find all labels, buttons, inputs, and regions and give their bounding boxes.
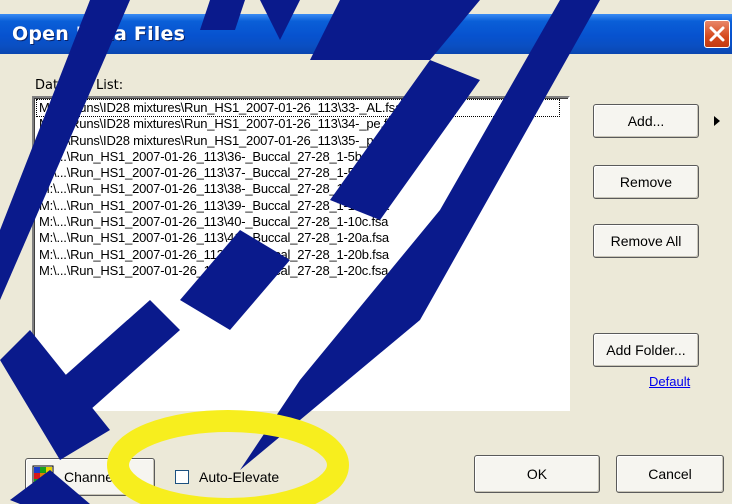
file-list-item[interactable]: M:\...\Run_HS1_2007-01-26_113\41-_Buccal…: [37, 230, 568, 246]
arrow-right-icon[interactable]: [713, 115, 721, 127]
file-list-item[interactable]: M:\...\Run_HS1_2007-01-26_113\40-_Buccal…: [37, 214, 568, 230]
default-link[interactable]: Default: [649, 374, 690, 389]
file-list-item[interactable]: M:\...\Run_HS1_2007-01-26_113\38-_Buccal…: [37, 181, 568, 197]
cancel-button[interactable]: Cancel: [616, 455, 724, 493]
file-list-item[interactable]: M:\...\Run_HS1_2007-01-26_113\36-_Buccal…: [37, 149, 568, 165]
ok-button-label: OK: [526, 466, 548, 482]
file-list-item[interactable]: M:\...\Runs\ID28 mixtures\Run_HS1_2007-0…: [37, 133, 568, 149]
remove-button-label: Remove: [619, 174, 673, 190]
close-button[interactable]: [704, 20, 730, 48]
add-button[interactable]: Add...: [593, 104, 699, 138]
channels-icon: [32, 465, 54, 487]
dialog-title: Open Data Files: [12, 23, 186, 45]
data-file-list-label: Data File List:: [35, 78, 124, 93]
file-list-item[interactable]: M:\...\Runs\ID28 mixtures\Run_HS1_2007-0…: [37, 116, 568, 132]
file-list-item[interactable]: M:\...\Run_HS1_2007-01-26_113\43-_Buccal…: [37, 263, 568, 279]
title-bar[interactable]: Open Data Files: [0, 14, 732, 54]
cancel-button-label: Cancel: [648, 466, 692, 482]
file-list-item[interactable]: M:\...\Runs\ID28 mixtures\Run_HS1_2007-0…: [36, 98, 560, 118]
data-file-list[interactable]: M:\...\Runs\ID28 mixtures\Run_HS1_2007-0…: [32, 96, 570, 411]
file-list-item[interactable]: M:\...\Run_HS1_2007-01-26_113\42-_Buccal…: [37, 247, 568, 263]
auto-elevate-label: Auto-Elevate: [199, 469, 280, 485]
channels-button-label: Channels...: [64, 469, 135, 485]
channels-button[interactable]: Channels...: [25, 458, 155, 496]
remove-button[interactable]: Remove: [593, 165, 699, 199]
add-folder-button[interactable]: Add Folder...: [593, 333, 699, 367]
open-data-files-dialog: Open Data Files Data File List: M:\...\R…: [0, 0, 732, 504]
file-list-item[interactable]: M:\...\Run_HS1_2007-01-26_113\37-_Buccal…: [37, 165, 568, 181]
file-list-item[interactable]: M:\...\Run_HS1_2007-01-26_113\39-_Buccal…: [37, 198, 568, 214]
add-folder-button-label: Add Folder...: [606, 342, 686, 358]
ok-button[interactable]: OK: [474, 455, 600, 493]
remove-all-button-label: Remove All: [610, 233, 682, 249]
add-button-label: Add...: [627, 113, 665, 129]
auto-elevate-checkbox[interactable]: [175, 470, 189, 484]
remove-all-button[interactable]: Remove All: [593, 224, 699, 258]
close-icon: [709, 26, 725, 42]
